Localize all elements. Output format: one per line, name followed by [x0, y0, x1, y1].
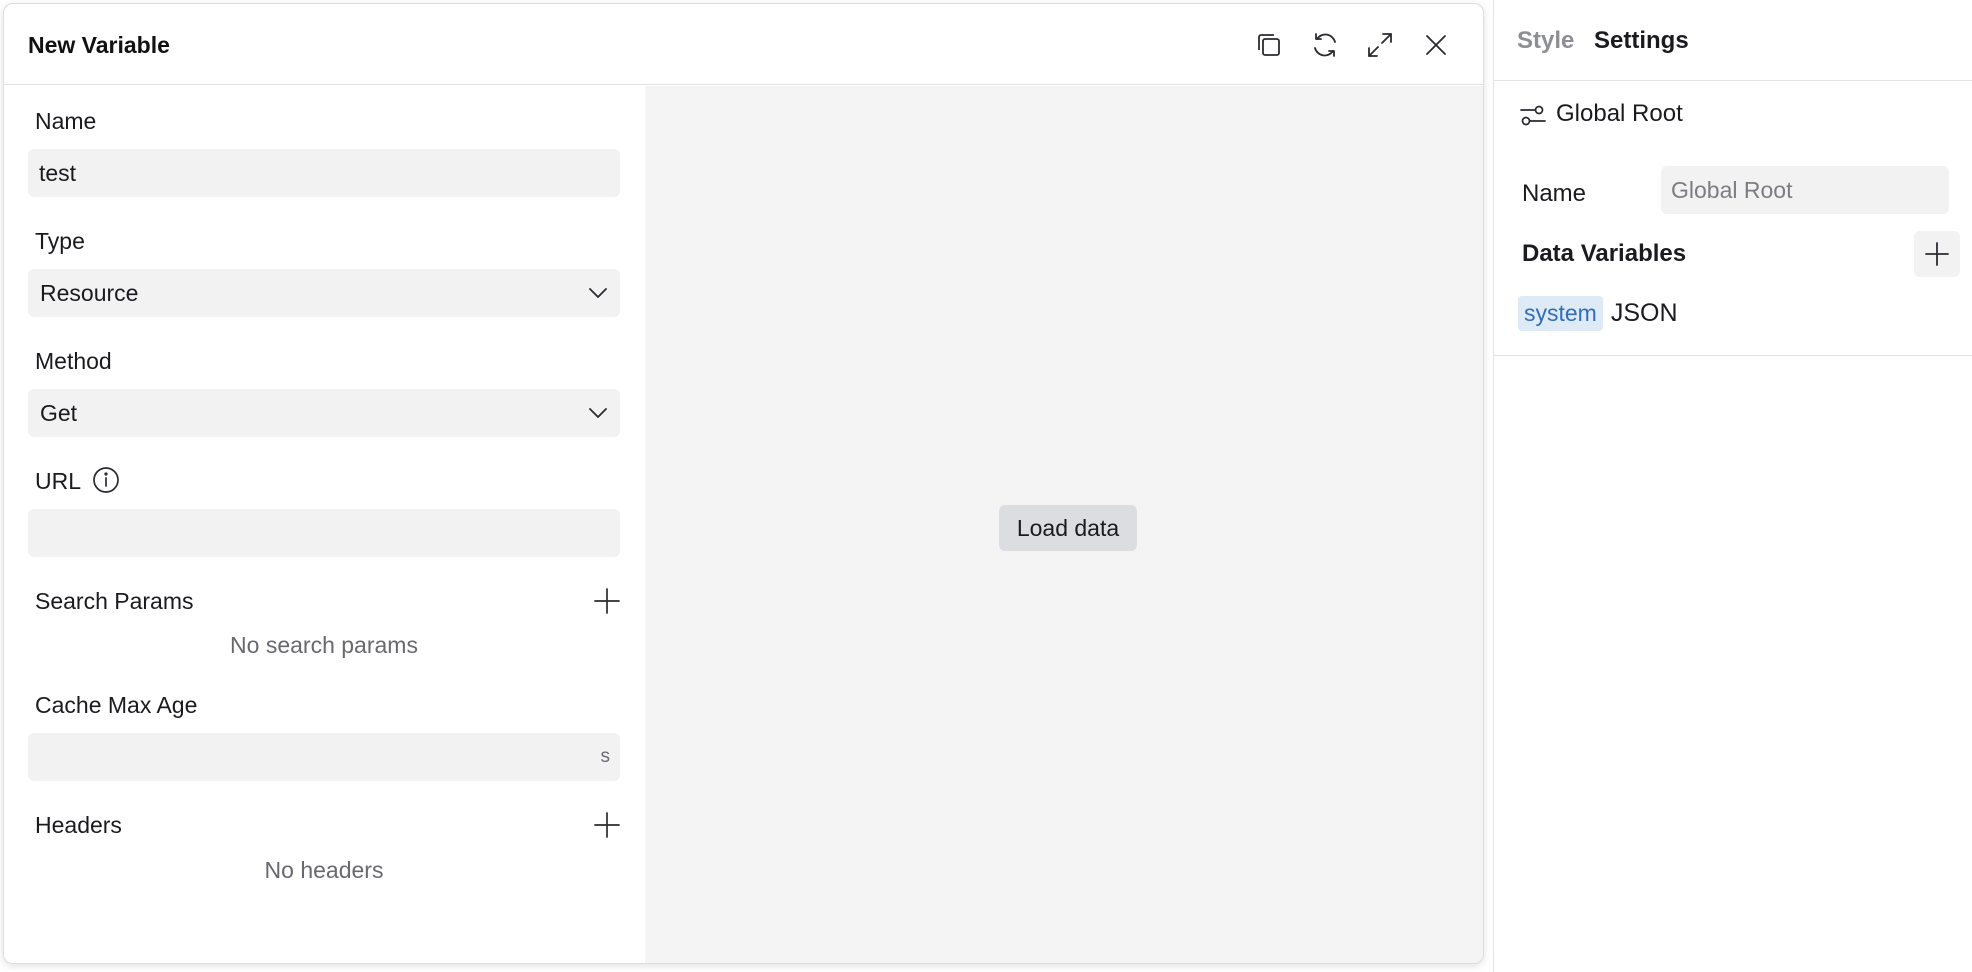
dialog-header: New Variable	[4, 4, 1483, 85]
method-select[interactable]: Get	[28, 389, 620, 437]
data-variable-item[interactable]: system JSON	[1518, 296, 1678, 331]
settings-panel: Style Settings Global Root Name Global R…	[1493, 0, 1972, 972]
load-data-button[interactable]: Load data	[999, 505, 1137, 551]
close-icon[interactable]	[1418, 27, 1454, 63]
variable-badge: system	[1518, 296, 1603, 331]
url-input[interactable]	[28, 509, 620, 557]
copy-icon[interactable]	[1251, 27, 1287, 63]
name-input[interactable]: test	[28, 149, 620, 197]
plus-icon	[1925, 242, 1949, 266]
divider	[1494, 355, 1972, 356]
refresh-icon[interactable]	[1307, 27, 1343, 63]
panel-name-value: Global Root	[1671, 176, 1793, 203]
url-label: URL	[35, 468, 82, 494]
divider	[1494, 80, 1972, 81]
panel-name-label: Name	[1522, 180, 1587, 207]
headers-empty: No headers	[264, 857, 384, 883]
dialog-title: New Variable	[28, 32, 170, 58]
add-header-button[interactable]	[592, 810, 622, 840]
method-select-value: Get	[40, 399, 78, 426]
panel-name-input[interactable]: Global Root	[1661, 166, 1949, 214]
search-params-label: Search Params	[35, 588, 194, 614]
expand-icon[interactable]	[1362, 27, 1398, 63]
type-select[interactable]: Resource	[28, 269, 620, 317]
cache-max-age-label: Cache Max Age	[35, 692, 198, 718]
variable-node-icon	[1520, 105, 1546, 126]
type-label: Type	[35, 228, 85, 254]
add-search-param-button[interactable]	[592, 586, 622, 616]
variable-name: JSON	[1610, 299, 1678, 327]
new-variable-dialog: New Variable Name test Type Resource Met…	[3, 3, 1484, 964]
add-data-variable-button[interactable]	[1914, 231, 1960, 277]
tab-style[interactable]: Style	[1517, 27, 1574, 55]
cache-max-age-input[interactable]: s	[28, 733, 620, 781]
info-icon[interactable]	[91, 465, 121, 495]
node-title: Global Root	[1556, 100, 1683, 127]
name-input-value: test	[39, 159, 77, 186]
chevron-down-icon	[589, 288, 607, 298]
tab-settings[interactable]: Settings	[1594, 27, 1689, 55]
type-select-value: Resource	[40, 279, 139, 306]
search-params-empty: No search params	[230, 632, 418, 658]
method-label: Method	[35, 348, 112, 374]
data-variables-title: Data Variables	[1522, 240, 1687, 267]
name-label: Name	[35, 108, 97, 134]
headers-label: Headers	[35, 812, 122, 838]
chevron-down-icon	[589, 408, 607, 418]
seconds-suffix: s	[600, 746, 611, 767]
